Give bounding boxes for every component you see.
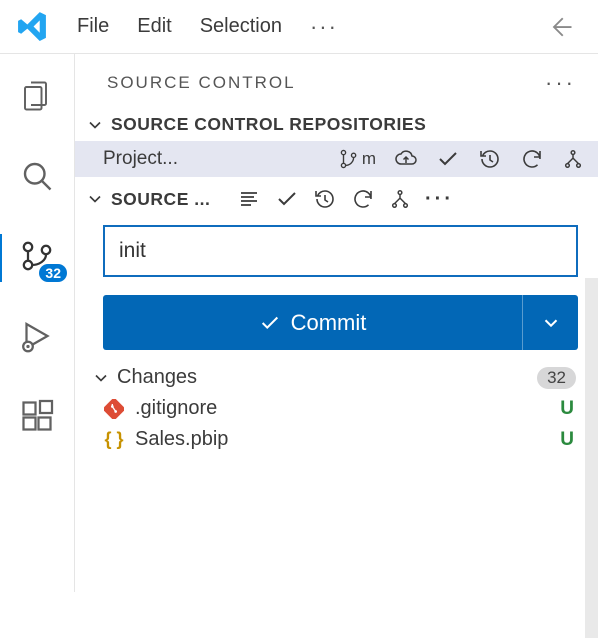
repository-actions: m xyxy=(338,147,584,171)
commit-split-button[interactable] xyxy=(522,295,578,350)
sourcecontrol-more-icon[interactable]: ··· xyxy=(425,188,454,211)
braces-file-icon: { } xyxy=(103,429,125,450)
repository-name: Project... xyxy=(103,148,178,170)
commit-button[interactable]: Commit xyxy=(103,295,522,350)
file-name: Sales.pbip xyxy=(135,428,228,451)
chevron-down-icon xyxy=(85,115,105,135)
source-control-panel: SOURCE CONTROL ··· SOURCE CONTROL REPOSI… xyxy=(75,54,598,592)
git-file-icon xyxy=(103,399,125,419)
list-icon[interactable] xyxy=(237,187,261,211)
changes-header[interactable]: Changes 32 xyxy=(75,350,598,393)
file-status: U xyxy=(560,398,574,420)
tree-icon[interactable] xyxy=(389,188,411,210)
commit-button-group: Commit xyxy=(103,295,578,350)
chevron-down-icon xyxy=(91,368,111,388)
repository-row[interactable]: Project... m xyxy=(75,141,598,177)
menu-file[interactable]: File xyxy=(77,15,109,38)
activity-bar: 32 xyxy=(0,54,75,592)
changes-count-badge: 32 xyxy=(537,367,576,389)
menu-more-icon[interactable]: ··· xyxy=(310,14,338,40)
file-row[interactable]: .gitignore U xyxy=(75,393,598,424)
branch-hint: m xyxy=(362,149,376,169)
section-sourcecontrol-label: SOURCE ... xyxy=(111,189,231,210)
tree-icon[interactable] xyxy=(562,148,584,170)
panel-title-row: SOURCE CONTROL ··· xyxy=(75,54,598,108)
scrollbar[interactable] xyxy=(585,278,598,638)
checkmark-icon[interactable] xyxy=(436,147,460,171)
source-control-icon[interactable]: 32 xyxy=(17,236,57,276)
chevron-down-icon xyxy=(85,189,105,209)
cloud-sync-icon[interactable] xyxy=(394,147,418,171)
menu-edit[interactable]: Edit xyxy=(137,15,171,38)
panel-title: SOURCE CONTROL xyxy=(107,73,296,93)
main-area: 32 SOURCE CONTROL ··· SOURCE CONTROL REP… xyxy=(0,54,598,592)
commit-button-label: Commit xyxy=(291,310,367,336)
section-repositories-label: SOURCE CONTROL REPOSITORIES xyxy=(111,114,586,135)
section-sourcecontrol-header[interactable]: SOURCE ... ··· xyxy=(75,177,598,217)
commit-message-input[interactable] xyxy=(103,225,578,277)
refresh-icon[interactable] xyxy=(351,187,375,211)
checkmark-icon[interactable] xyxy=(275,187,299,211)
history-icon[interactable] xyxy=(313,187,337,211)
file-name: .gitignore xyxy=(135,397,217,420)
vscode-logo-icon xyxy=(16,10,49,43)
refresh-icon[interactable] xyxy=(520,147,544,171)
extensions-icon[interactable] xyxy=(17,396,57,436)
file-status: U xyxy=(560,429,574,451)
commit-area: Commit xyxy=(75,217,598,350)
menu-selection[interactable]: Selection xyxy=(200,15,282,38)
panel-more-icon[interactable]: ··· xyxy=(545,70,576,96)
branch-icon[interactable]: m xyxy=(338,148,376,170)
scm-badge: 32 xyxy=(39,264,67,282)
search-icon[interactable] xyxy=(17,156,57,196)
file-row[interactable]: { } Sales.pbip U xyxy=(75,424,598,455)
nav-back-icon[interactable] xyxy=(544,12,574,42)
changes-label: Changes xyxy=(117,366,197,389)
explorer-icon[interactable] xyxy=(17,76,57,116)
title-bar: File Edit Selection ··· xyxy=(0,0,598,54)
history-icon[interactable] xyxy=(478,147,502,171)
section-repositories-header[interactable]: SOURCE CONTROL REPOSITORIES xyxy=(75,108,598,141)
run-debug-icon[interactable] xyxy=(17,316,57,356)
